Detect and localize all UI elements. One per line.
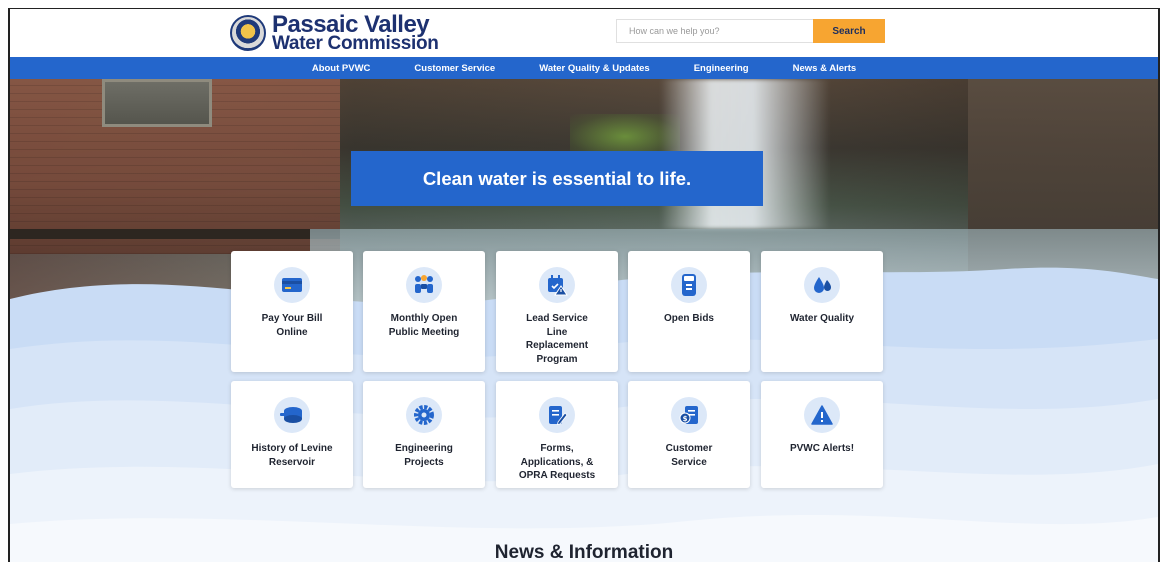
card-label: PVWC Alerts! [789, 443, 855, 454]
site-logo[interactable]: Passaic Valley Water Commission [230, 10, 439, 55]
card-monthly-open-public-meeting[interactable]: Monthly Open Public Meeting [363, 251, 485, 372]
nav-item-about-pvwc[interactable]: About PVWC [290, 63, 393, 74]
credit-card-icon [282, 278, 302, 292]
alert-icon [811, 405, 833, 425]
card-pay-your-bill[interactable]: Pay Your Bill Online [231, 251, 353, 372]
site-search: Search [616, 19, 885, 43]
nav-item-engineering[interactable]: Engineering [672, 63, 771, 74]
card-label: Lead Service Line Replacement Program [525, 313, 589, 365]
card-open-bids[interactable]: Open Bids [628, 251, 750, 372]
commission-seal-icon [230, 15, 266, 51]
card-customer-service[interactable]: $ Customer Service [628, 381, 750, 488]
meeting-icon [415, 275, 433, 293]
calendar-alert-icon [548, 275, 568, 296]
bid-icon [682, 274, 696, 296]
card-pvwc-alerts[interactable]: PVWC Alerts! [761, 381, 883, 488]
card-label: Open Bids [663, 313, 714, 324]
site-header: Passaic Valley Water Commission Search [10, 9, 1158, 57]
nav-item-news-alerts[interactable]: News & Alerts [771, 63, 879, 74]
form-edit-icon [549, 406, 568, 426]
card-label: Engineering Projects [395, 443, 453, 468]
invoice-icon: $ [679, 406, 698, 424]
card-label: Water Quality [789, 313, 855, 324]
bridge-beam [10, 229, 340, 239]
water-drops-icon [814, 277, 831, 293]
card-lead-service-line[interactable]: Lead Service Line Replacement Program [496, 251, 618, 372]
logo-title: Passaic Valley [272, 10, 430, 38]
card-engineering-projects[interactable]: Engineering Projects [363, 381, 485, 488]
card-forms-applications-opra[interactable]: Forms, Applications, & OPRA Requests [496, 381, 618, 488]
card-history-levine-reservoir[interactable]: History of Levine Reservoir [231, 381, 353, 488]
card-label: History of Levine Reservoir [251, 443, 333, 468]
nav-item-water-quality-updates[interactable]: Water Quality & Updates [517, 63, 672, 74]
building-window [102, 79, 212, 127]
card-label: Monthly Open Public Meeting [388, 313, 460, 338]
card-label: Pay Your Bill Online [261, 313, 323, 338]
search-input[interactable] [616, 19, 813, 43]
news-section-heading: News & Information [494, 542, 674, 562]
hero-tagline: Clean water is essential to life. [351, 151, 763, 206]
card-water-quality[interactable]: Water Quality [761, 251, 883, 372]
logo-subtitle: Water Commission [272, 33, 439, 55]
svg-text:$: $ [683, 415, 688, 423]
main-nav: About PVWC Customer Service Water Qualit… [10, 57, 1158, 79]
nav-item-customer-service[interactable]: Customer Service [392, 63, 517, 74]
search-button[interactable]: Search [813, 19, 885, 43]
reservoir-icon [280, 407, 302, 423]
browser-viewport: Passaic Valley Water Commission Search A… [8, 8, 1160, 562]
gear-icon [414, 405, 434, 425]
card-label: Forms, Applications, & OPRA Requests [518, 443, 596, 481]
hero-tagline-text: Clean water is essential to life. [422, 167, 692, 189]
card-label: Customer Service [665, 443, 713, 468]
